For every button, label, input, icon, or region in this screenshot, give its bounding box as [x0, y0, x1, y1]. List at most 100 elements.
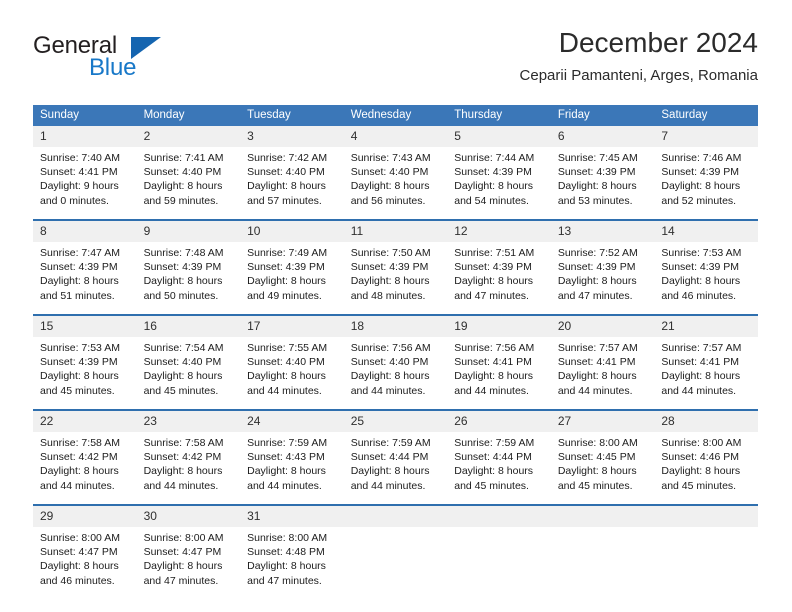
day-number: 8: [33, 221, 137, 242]
calendar-day-cell[interactable]: 31 Sunrise: 8:00 AM Sunset: 4:48 PM Dayligh…: [240, 504, 344, 599]
calendar-day-cell-empty: [343, 504, 448, 599]
calendar-day-cell[interactable]: 16 Sunrise: 7:54 AM Sunset: 4:40 PM Dayligh…: [136, 314, 241, 410]
day-details: Sunrise: 7:46 AM Sunset: 4:39 PM Daylight:…: [654, 147, 758, 219]
calendar-day-cell[interactable]: 9 Sunrise: 7:48 AM Sunset: 4:39 PM Daylight…: [136, 219, 241, 315]
day-number: [343, 506, 448, 527]
sunset-time: Sunset: 4:41 PM: [40, 166, 118, 179]
calendar-day-cell[interactable]: 23 Sunrise: 7:58 AM Sunset: 4:42 PM Dayligh…: [136, 409, 241, 505]
calendar-day-cell[interactable]: 14 Sunrise: 7:53 AM Sunset: 4:39 PM Dayligh…: [654, 219, 758, 315]
daylight-duration-line2: and 47 minutes.: [557, 289, 633, 302]
sunset-time: Sunset: 4:39 PM: [40, 356, 118, 369]
calendar-day-cell[interactable]: 13 Sunrise: 7:52 AM Sunset: 4:39 PM Dayligh…: [550, 219, 655, 315]
sunset-time: Sunset: 4:39 PM: [143, 261, 222, 274]
day-details: Sunrise: 7:45 AM Sunset: 4:39 PM Daylight:…: [551, 147, 655, 219]
sunrise-time: Sunrise: 7:59 AM: [247, 437, 328, 449]
daylight-duration-line1: Daylight: 8 hours: [143, 275, 223, 288]
calendar-day-cell[interactable]: 18 Sunrise: 7:56 AM Sunset: 4:40 PM Dayligh…: [343, 314, 448, 410]
day-details: Sunrise: 7:58 AM Sunset: 4:42 PM Daylight:…: [137, 432, 241, 504]
day-details: Sunrise: 8:00 AM Sunset: 4:48 PM Daylight:…: [240, 527, 344, 599]
sunset-time: Sunset: 4:41 PM: [454, 356, 532, 369]
calendar-day-cell[interactable]: 4 Sunrise: 7:43 AM Sunset: 4:40 PM Daylight…: [343, 126, 448, 220]
day-details: Sunrise: 7:59 AM Sunset: 4:43 PM Daylight:…: [240, 432, 344, 504]
calendar-day-cell[interactable]: 24 Sunrise: 7:59 AM Sunset: 4:43 PM Dayligh…: [240, 409, 344, 505]
calendar-day-cell[interactable]: 15 Sunrise: 7:53 AM Sunset: 4:39 PM Dayligh…: [33, 314, 137, 410]
calendar-day-cell[interactable]: 22 Sunrise: 7:58 AM Sunset: 4:42 PM Dayligh…: [33, 409, 137, 505]
calendar-day-cell[interactable]: 1 Sunrise: 7:40 AM Sunset: 4:41 PM Daylight…: [33, 126, 137, 220]
sunset-time: Sunset: 4:39 PM: [350, 261, 429, 274]
day-details: Sunrise: 7:57 AM Sunset: 4:41 PM Daylight:…: [551, 337, 655, 409]
day-details: Sunrise: 8:00 AM Sunset: 4:47 PM Daylight:…: [137, 527, 241, 599]
calendar-day-cell[interactable]: 10 Sunrise: 7:49 AM Sunset: 4:39 PM Dayligh…: [240, 219, 344, 315]
daylight-duration-line1: Daylight: 8 hours: [454, 275, 534, 288]
daylight-duration-line2: and 59 minutes.: [143, 194, 219, 207]
calendar-day-cell[interactable]: 20 Sunrise: 7:57 AM Sunset: 4:41 PM Dayligh…: [550, 314, 655, 410]
daylight-duration-line1: Daylight: 8 hours: [40, 465, 119, 478]
calendar-day-cell[interactable]: 5 Sunrise: 7:44 AM Sunset: 4:39 PM Daylight…: [447, 126, 551, 220]
daylight-duration-line2: and 53 minutes.: [557, 194, 633, 207]
daylight-duration-line1: Daylight: 8 hours: [350, 275, 430, 288]
daylight-duration-line2: and 44 minutes.: [143, 479, 219, 492]
calendar-day-cell-empty: [447, 504, 551, 599]
daylight-duration-line2: and 44 minutes.: [247, 479, 322, 492]
daylight-duration-line2: and 44 minutes.: [350, 384, 426, 397]
sunrise-time: Sunrise: 7:56 AM: [350, 342, 431, 354]
sunset-time: Sunset: 4:39 PM: [557, 166, 636, 179]
day-details: Sunrise: 8:00 AM Sunset: 4:47 PM Daylight:…: [33, 527, 137, 599]
daylight-duration-line1: Daylight: 8 hours: [661, 180, 741, 193]
daylight-duration-line2: and 57 minutes.: [247, 194, 322, 207]
sunset-time: Sunset: 4:39 PM: [454, 166, 532, 179]
sunrise-time: Sunrise: 7:41 AM: [143, 152, 224, 164]
daylight-duration-line2: and 44 minutes.: [40, 479, 115, 492]
calendar-day-cell[interactable]: 25 Sunrise: 7:59 AM Sunset: 4:44 PM Dayligh…: [343, 409, 448, 505]
daylight-duration-line1: Daylight: 8 hours: [247, 370, 326, 383]
weekday-header-wednesday: Wednesday: [343, 105, 448, 126]
daylight-duration-line1: Daylight: 8 hours: [557, 180, 637, 193]
sunrise-time: Sunrise: 7:44 AM: [454, 152, 535, 164]
calendar-day-cell[interactable]: 11 Sunrise: 7:50 AM Sunset: 4:39 PM Dayligh…: [343, 219, 448, 315]
day-details: Sunrise: 7:49 AM Sunset: 4:39 PM Daylight:…: [240, 242, 344, 314]
calendar-day-cell[interactable]: 6 Sunrise: 7:45 AM Sunset: 4:39 PM Daylight…: [550, 126, 655, 220]
daylight-duration-line1: Daylight: 9 hours: [40, 180, 119, 193]
daylight-duration-line2: and 47 minutes.: [143, 574, 219, 587]
calendar-day-cell[interactable]: 2 Sunrise: 7:41 AM Sunset: 4:40 PM Daylight…: [136, 126, 241, 220]
calendar-day-cell[interactable]: 28 Sunrise: 8:00 AM Sunset: 4:46 PM Dayligh…: [654, 409, 758, 505]
calendar-day-cell[interactable]: 12 Sunrise: 7:51 AM Sunset: 4:39 PM Dayligh…: [447, 219, 551, 315]
day-number: 28: [654, 411, 758, 432]
calendar-page: General Blue December 2024 Ceparii Paman…: [0, 0, 792, 612]
sunrise-time: Sunrise: 7:49 AM: [247, 247, 328, 259]
sunset-time: Sunset: 4:47 PM: [40, 546, 118, 559]
calendar-day-cell[interactable]: 29 Sunrise: 8:00 AM Sunset: 4:47 PM Dayligh…: [33, 504, 137, 599]
day-details: Sunrise: 7:51 AM Sunset: 4:39 PM Daylight:…: [447, 242, 551, 314]
sunrise-time: Sunrise: 7:59 AM: [454, 437, 535, 449]
day-number: 13: [550, 221, 655, 242]
calendar-day-cell[interactable]: 27 Sunrise: 8:00 AM Sunset: 4:45 PM Dayligh…: [550, 409, 655, 505]
title-block: December 2024 Ceparii Pamanteni, Arges, …: [520, 26, 758, 85]
generalblue-logo[interactable]: General Blue: [33, 32, 173, 84]
day-number: 3: [240, 126, 344, 147]
daylight-duration-line1: Daylight: 8 hours: [454, 465, 534, 478]
sunset-time: Sunset: 4:40 PM: [143, 166, 222, 179]
calendar-day-cell[interactable]: 17 Sunrise: 7:55 AM Sunset: 4:40 PM Dayligh…: [240, 314, 344, 410]
sunrise-time: Sunrise: 7:47 AM: [40, 247, 120, 259]
sunrise-time: Sunrise: 7:56 AM: [454, 342, 535, 354]
calendar-day-cell[interactable]: 26 Sunrise: 7:59 AM Sunset: 4:44 PM Dayligh…: [447, 409, 551, 505]
weekday-header-tuesday: Tuesday: [240, 105, 344, 126]
calendar-day-cell[interactable]: 7 Sunrise: 7:46 AM Sunset: 4:39 PM Daylight…: [654, 126, 758, 220]
daylight-duration-line1: Daylight: 8 hours: [350, 180, 430, 193]
calendar-body: 1 Sunrise: 7:40 AM Sunset: 4:41 PM Daylight…: [33, 126, 758, 599]
day-number: [654, 506, 758, 527]
day-number: 2: [136, 126, 241, 147]
daylight-duration-line1: Daylight: 8 hours: [143, 560, 223, 573]
calendar-day-cell[interactable]: 30 Sunrise: 8:00 AM Sunset: 4:47 PM Dayligh…: [136, 504, 241, 599]
calendar-day-cell[interactable]: 3 Sunrise: 7:42 AM Sunset: 4:40 PM Daylight…: [240, 126, 344, 220]
day-number: 25: [343, 411, 448, 432]
daylight-duration-line1: Daylight: 8 hours: [350, 465, 430, 478]
day-details: Sunrise: 7:53 AM Sunset: 4:39 PM Daylight:…: [654, 242, 758, 314]
calendar-day-cell[interactable]: 21 Sunrise: 7:57 AM Sunset: 4:41 PM Dayligh…: [654, 314, 758, 410]
daylight-duration-line2: and 47 minutes.: [454, 289, 529, 302]
sunset-time: Sunset: 4:48 PM: [247, 546, 325, 559]
day-number: 12: [447, 221, 551, 242]
calendar-day-cell[interactable]: 8 Sunrise: 7:47 AM Sunset: 4:39 PM Daylight…: [33, 219, 137, 315]
day-number: 26: [447, 411, 551, 432]
calendar-day-cell[interactable]: 19 Sunrise: 7:56 AM Sunset: 4:41 PM Dayligh…: [447, 314, 551, 410]
